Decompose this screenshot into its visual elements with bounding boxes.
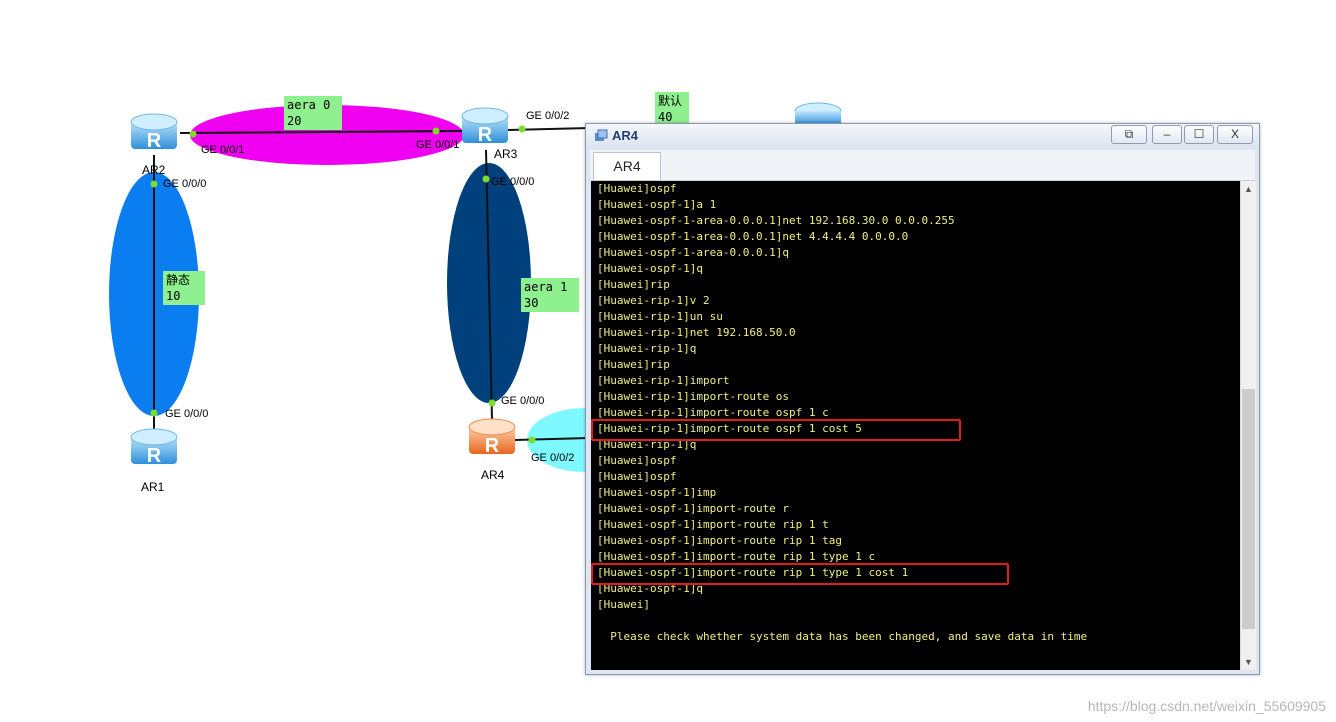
console-line: [Huawei-rip-1]v 2 xyxy=(597,294,710,307)
scroll-thumb[interactable] xyxy=(1242,389,1255,629)
port-label-ar1-ge000: GE 0/0/0 xyxy=(165,408,209,420)
router-ar3-label: AR3 xyxy=(494,147,518,161)
tab-ar4[interactable]: AR4 xyxy=(593,152,661,180)
console-line: [Huawei-rip-1]q xyxy=(597,342,697,355)
console-line: [Huawei]ospf xyxy=(597,454,677,467)
tab-strip: AR4 xyxy=(590,150,1255,181)
router-ar1-icon[interactable]: R xyxy=(130,428,178,467)
port-label-ar3-ge000: GE 0/0/0 xyxy=(491,176,535,188)
svg-text:R: R xyxy=(147,445,162,467)
close-button[interactable]: X xyxy=(1217,125,1253,144)
console-scrollbar[interactable]: ▲ ▼ xyxy=(1240,181,1256,670)
scroll-down-icon[interactable]: ▼ xyxy=(1241,654,1256,670)
console-line: [Huawei-rip-1]import xyxy=(597,374,730,387)
terminal-window[interactable]: AR4 ⧉ – ☐ X AR4 [Huawei]ospf [Huawei-osp… xyxy=(585,123,1260,675)
port-label-ar2-ge001: GE 0/0/1 xyxy=(201,144,245,156)
router-ar2-icon[interactable]: R xyxy=(130,113,178,152)
router-ar2-label: AR2 xyxy=(142,163,166,177)
svg-text:R: R xyxy=(147,130,162,152)
console-line: [Huawei-rip-1]import-route ospf 1 c xyxy=(597,406,829,419)
console-line: [Huawei-rip-1]net 192.168.50.0 xyxy=(597,326,796,339)
console-line: [Huawei-ospf-1]import-route rip 1 t xyxy=(597,518,829,531)
console-line: [Huawei-rip-1]un su xyxy=(597,310,723,323)
router-ar3-icon[interactable]: R xyxy=(461,107,509,146)
port-label-ar3-ge001: GE 0/0/1 xyxy=(416,139,460,151)
static-area-label[interactable]: 静态 10 xyxy=(163,271,205,305)
port-label-ar4-ge000: GE 0/0/0 xyxy=(501,395,545,407)
highlight-ospf-import-cost xyxy=(591,563,1009,585)
console-line: [Huawei-ospf-1]a 1 xyxy=(597,198,717,211)
minimize-button[interactable]: – xyxy=(1152,125,1182,144)
app-icon xyxy=(595,129,608,141)
port-label-ar2-ge000: GE 0/0/0 xyxy=(163,178,207,190)
area-0-label[interactable]: aera 0 20 xyxy=(284,96,342,130)
router-ar1-label: AR1 xyxy=(141,480,165,494)
window-titlebar[interactable]: AR4 ⧉ – ☐ X xyxy=(586,124,1259,148)
console-line: [Huawei]ospf xyxy=(597,470,677,483)
svg-text:R: R xyxy=(485,435,500,457)
console-line: Please check whether system data has bee… xyxy=(610,630,1088,643)
router-ar4-icon[interactable]: R xyxy=(468,418,516,457)
console-output[interactable]: [Huawei]ospf [Huawei-ospf-1]a 1 [Huawei-… xyxy=(591,181,1240,670)
port-label-ar4-ge002: GE 0/0/2 xyxy=(531,452,575,464)
console-line: [Huawei]ospf xyxy=(597,182,677,195)
default-area-label[interactable]: 默认 40 xyxy=(655,92,689,126)
router-ar4-label: AR4 xyxy=(481,468,505,482)
highlight-rip-import-cost xyxy=(591,419,961,441)
console-line: [Huawei]rip xyxy=(597,278,670,291)
console-line: [Huawei] xyxy=(597,598,650,611)
watermark: https://blog.csdn.net/weixin_55609905 xyxy=(1087,698,1326,714)
console-line: [Huawei-ospf-1]imp xyxy=(597,486,717,499)
console-line: [Huawei-ospf-1]q xyxy=(597,262,703,275)
svg-text:R: R xyxy=(478,124,493,146)
restore-button[interactable]: ⧉ xyxy=(1111,125,1147,144)
port-label-ar3-ge002: GE 0/0/2 xyxy=(526,110,570,122)
scroll-up-icon[interactable]: ▲ xyxy=(1241,181,1256,197)
area-1-label[interactable]: aera 1 30 xyxy=(521,278,579,312)
console-line: [Huawei-ospf-1]import-route rip 1 tag xyxy=(597,534,843,547)
console-line: [Huawei-ospf-1-area-0.0.0.1]q xyxy=(597,246,790,259)
maximize-button[interactable]: ☐ xyxy=(1184,125,1214,144)
console-line: [Huawei-ospf-1]import-route rip 1 type 1… xyxy=(597,550,876,563)
console-line: [Huawei-ospf-1]import-route r xyxy=(597,502,790,515)
console-line: [Huawei-ospf-1-area-0.0.0.1]net 192.168.… xyxy=(597,214,955,227)
console-line: [Huawei-rip-1]import-route os xyxy=(597,390,790,403)
console-line: [Huawei]rip xyxy=(597,358,670,371)
console-line: [Huawei-ospf-1-area-0.0.0.1]net 4.4.4.4 … xyxy=(597,230,909,243)
window-title: AR4 xyxy=(612,128,639,143)
router-partial-icon[interactable] xyxy=(794,102,842,125)
